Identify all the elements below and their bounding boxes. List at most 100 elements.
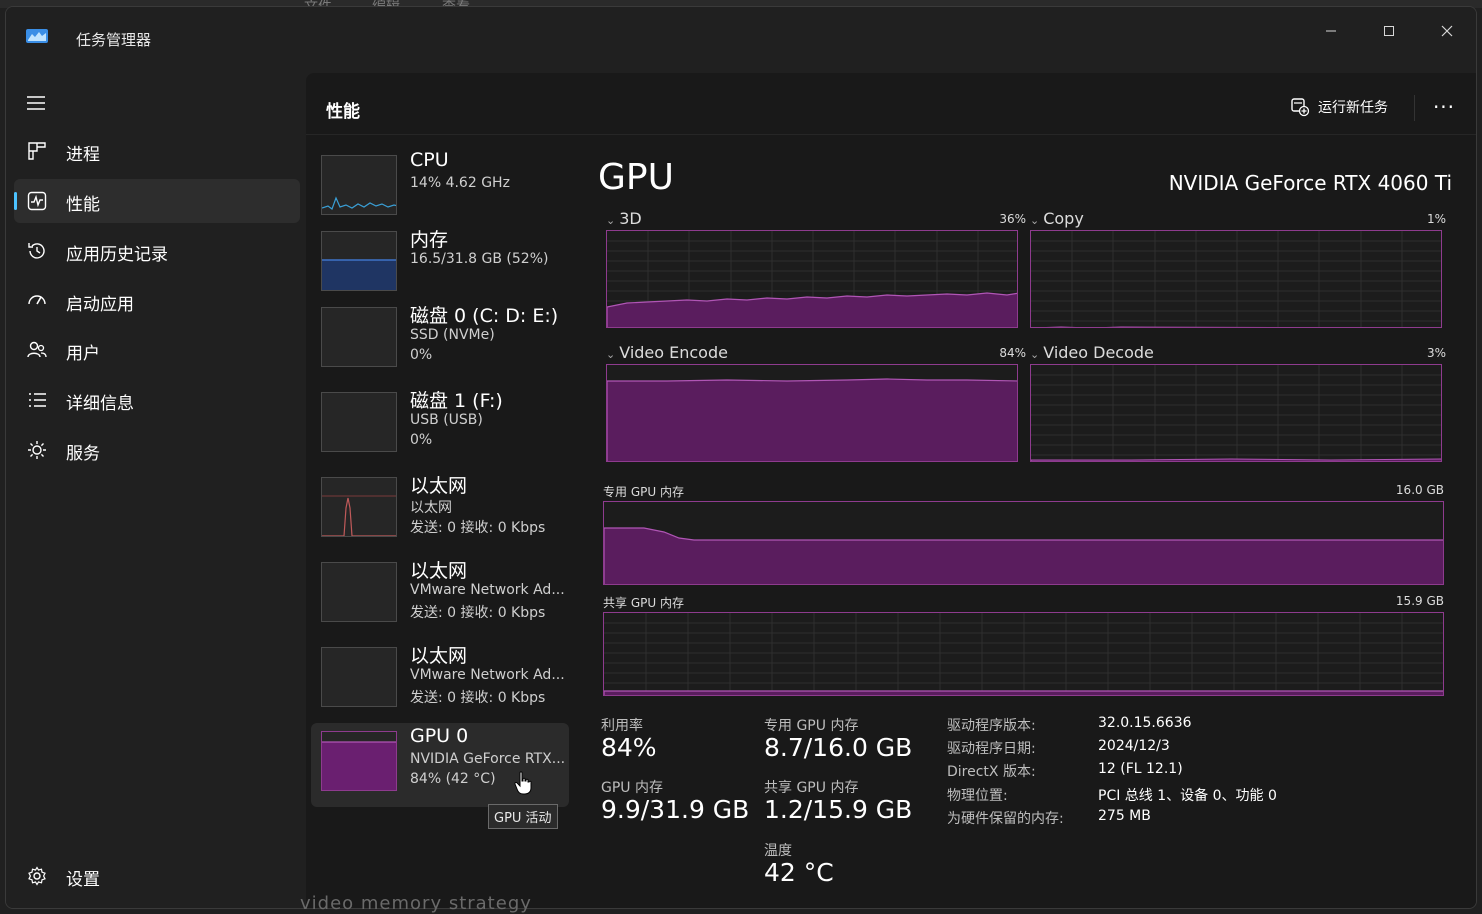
gpu-activity-tooltip: GPU 活动 — [488, 804, 558, 829]
device-usage: 0% — [410, 432, 433, 448]
settings-gear-icon — [28, 866, 46, 886]
gpu-memory-label: GPU 内存 — [601, 780, 663, 796]
shared-memory-max: 15.9 GB — [1395, 594, 1444, 608]
device-disk-0[interactable]: 磁盘 0 (C: D: E:) SSD (NVMe) 0% — [311, 299, 569, 383]
device-detail: 14% 4.62 GHz — [410, 175, 510, 191]
device-detail: USB (USB) — [410, 412, 483, 428]
minimize-button[interactable] — [1308, 15, 1354, 47]
driver-date-value: 2024/12/3 — [1098, 738, 1170, 754]
close-button[interactable] — [1424, 15, 1470, 47]
directx-version-key: DirectX 版本: — [947, 764, 1036, 780]
sidebar-item-services[interactable]: 服务 — [14, 428, 300, 472]
chevron-down-icon: ⌄ — [1030, 214, 1040, 227]
device-name: CPU — [410, 149, 449, 171]
sidebar-item-startup-apps[interactable]: 启动应用 — [14, 279, 300, 323]
engine-percent: 36% — [999, 212, 1026, 226]
run-new-task-icon — [1291, 98, 1310, 117]
device-name: 以太网 — [410, 560, 468, 582]
device-throughput: 发送: 0 接收: 0 Kbps — [410, 520, 546, 536]
device-disk-1[interactable]: 磁盘 1 (F:) USB (USB) 0% — [311, 384, 569, 468]
physical-location-value: PCI 总线 1、设备 0、功能 0 — [1098, 788, 1277, 804]
device-detail: VMware Network Ad... — [410, 667, 565, 683]
engine-percent: 84% — [999, 346, 1026, 360]
device-ethernet-3[interactable]: 以太网 VMware Network Ad... 发送: 0 接收: 0 Kbp… — [311, 639, 569, 723]
device-detail: 16.5/31.8 GB (52%) — [410, 251, 549, 267]
hamburger-menu-icon[interactable] — [24, 91, 48, 115]
gpu-0-thumbnail-graph — [321, 731, 397, 791]
dedicated-memory-graph — [603, 501, 1444, 585]
more-options-button[interactable]: ··· — [1424, 91, 1464, 123]
maximize-button[interactable] — [1366, 15, 1412, 47]
shared-memory-label: 共享 GPU 内存 — [764, 780, 859, 796]
title-bar[interactable]: 任务管理器 — [6, 7, 1476, 69]
engine-name: Copy — [1043, 209, 1084, 228]
sidebar-item-performance[interactable]: 性能 — [14, 179, 300, 223]
sidebar-item-label: 启动应用 — [66, 295, 134, 315]
device-cpu[interactable]: CPU 14% 4.62 GHz — [311, 147, 569, 231]
device-ethernet-2[interactable]: 以太网 VMware Network Ad... 发送: 0 接收: 0 Kbp… — [311, 554, 569, 638]
chevron-down-icon: ⌄ — [1030, 348, 1040, 361]
performance-icon — [27, 191, 47, 211]
device-detail: VMware Network Ad... — [410, 582, 565, 598]
device-detail: 以太网 — [410, 500, 452, 516]
temperature-value: 42 °C — [764, 858, 834, 887]
minimize-icon — [1326, 30, 1336, 32]
disk-0-thumbnail-graph — [321, 307, 397, 367]
sidebar-item-settings[interactable]: 设置 — [14, 854, 300, 898]
close-icon — [1441, 25, 1453, 37]
sidebar-item-app-history[interactable]: 应用历史记录 — [14, 229, 300, 273]
engine-video-decode-header[interactable]: ⌄ Video Decode — [1030, 343, 1154, 362]
directx-version-value: 12 (FL 12.1) — [1098, 761, 1183, 777]
dedicated-memory-max: 16.0 GB — [1395, 483, 1444, 497]
sidebar-item-label: 进程 — [66, 145, 100, 165]
sidebar-item-label: 详细信息 — [66, 394, 134, 414]
engine-name: Video Decode — [1043, 343, 1154, 362]
reserved-memory-key: 为硬件保留的内存: — [947, 811, 1064, 827]
engine-video-encode-header[interactable]: ⌄ Video Encode — [606, 343, 728, 362]
sidebar-item-label: 应用历史记录 — [66, 245, 168, 265]
sidebar-item-details[interactable]: 详细信息 — [14, 378, 300, 422]
memory-thumbnail-graph — [321, 231, 397, 291]
main-panel: 性能 运行新任务 ··· CPU 14% 4.62 GHz 内存 16.5/31… — [306, 73, 1476, 908]
device-ethernet-1[interactable]: 以太网 以太网 发送: 0 接收: 0 Kbps — [311, 469, 569, 553]
device-detail: SSD (NVMe) — [410, 327, 495, 343]
device-name: 磁盘 1 (F:) — [410, 390, 503, 412]
device-memory[interactable]: 内存 16.5/31.8 GB (52%) — [311, 223, 569, 307]
shared-memory-value: 1.2/15.9 GB — [764, 795, 913, 824]
device-name: 以太网 — [410, 475, 468, 497]
engine-3d-graph — [606, 230, 1018, 328]
gpu-title: GPU — [598, 157, 674, 198]
device-name: 以太网 — [410, 645, 468, 667]
sidebar-item-processes[interactable]: 进程 — [14, 129, 300, 173]
reserved-memory-value: 275 MB — [1098, 808, 1151, 824]
more-options-icon: ··· — [1432, 95, 1456, 119]
driver-date-key: 驱动程序日期: — [947, 741, 1036, 757]
details-icon — [29, 393, 46, 407]
cpu-thumbnail-graph — [321, 155, 397, 215]
dedicated-memory-label: 专用 GPU 内存 — [764, 718, 859, 734]
engine-3d-header[interactable]: ⌄ 3D — [606, 209, 642, 228]
ethernet-1-thumbnail-graph — [321, 477, 397, 537]
dedicated-memory-value: 8.7/16.0 GB — [764, 733, 913, 762]
main-header: 性能 运行新任务 ··· — [306, 73, 1476, 135]
active-indicator — [14, 192, 17, 210]
app-history-icon — [28, 243, 45, 259]
mouse-pointer-hand-icon — [514, 771, 532, 795]
utilization-value: 84% — [601, 733, 657, 762]
gpu-model-name: NVIDIA GeForce RTX 4060 Ti — [1168, 171, 1452, 195]
dedicated-memory-graph-label: 专用 GPU 内存 — [603, 485, 684, 499]
ethernet-2-thumbnail-graph — [321, 562, 397, 622]
processes-icon — [28, 142, 46, 160]
device-name: GPU 0 — [410, 725, 469, 747]
run-new-task-button[interactable]: 运行新任务 — [1290, 91, 1388, 123]
disk-1-thumbnail-graph — [321, 392, 397, 452]
engine-name: 3D — [619, 209, 642, 228]
driver-version-key: 驱动程序版本: — [947, 718, 1036, 734]
sidebar-item-users[interactable]: 用户 — [14, 328, 300, 372]
device-usage: 0% — [410, 347, 433, 363]
engine-percent: 3% — [1426, 346, 1446, 360]
utilization-label: 利用率 — [601, 718, 643, 734]
engine-copy-header[interactable]: ⌄ Copy — [1030, 209, 1084, 228]
startup-apps-icon — [28, 295, 46, 305]
engine-percent: 1% — [1426, 212, 1446, 226]
